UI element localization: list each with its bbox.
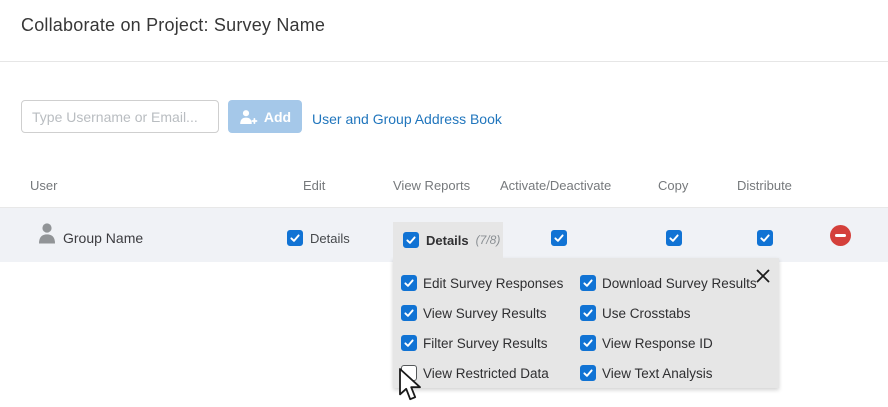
add-button[interactable]: Add xyxy=(228,100,302,133)
permission-checkbox-filter-survey-results[interactable] xyxy=(401,335,417,351)
view-reports-details-checkbox[interactable] xyxy=(403,232,419,248)
edit-details-cell: Details xyxy=(287,230,350,246)
permission-label: Filter Survey Results xyxy=(423,335,548,351)
group-name-label: Group Name xyxy=(63,230,144,246)
permission-checkbox-edit-survey-responses[interactable] xyxy=(401,275,417,291)
copy-checkbox[interactable] xyxy=(666,230,682,246)
permission-item: View Survey Results xyxy=(401,305,580,321)
column-header-edit: Edit xyxy=(303,178,326,193)
title-divider xyxy=(0,61,888,62)
permission-checkbox-view-text-analysis[interactable] xyxy=(580,365,596,381)
distribute-checkbox[interactable] xyxy=(757,230,773,246)
column-header-distribute: Distribute xyxy=(737,178,792,193)
permission-label: View Text Analysis xyxy=(602,365,713,381)
close-icon[interactable] xyxy=(756,269,770,283)
permission-item: Use Crosstabs xyxy=(580,305,779,321)
page-title: Collaborate on Project: Survey Name xyxy=(21,15,326,35)
view-reports-details-tab[interactable]: Details (7/8) xyxy=(393,222,503,258)
username-email-input[interactable] xyxy=(21,100,219,133)
permission-item: View Text Analysis xyxy=(580,365,779,381)
remove-bar xyxy=(835,233,846,238)
permission-item: View Restricted Data xyxy=(401,365,580,381)
column-header-activate-deactivate: Activate/Deactivate xyxy=(500,178,612,193)
permission-label: Edit Survey Responses xyxy=(423,275,564,291)
address-book-link[interactable]: User and Group Address Book xyxy=(312,111,502,127)
permission-checkbox-view-response-id[interactable] xyxy=(580,335,596,351)
column-header-user: User xyxy=(30,178,58,193)
remove-collaborator-icon[interactable] xyxy=(830,225,851,246)
view-reports-details-label: Details xyxy=(426,232,469,248)
permission-label: Download Survey Results xyxy=(602,275,757,291)
add-button-label: Add xyxy=(263,108,292,125)
permission-checkbox-use-crosstabs[interactable] xyxy=(580,305,596,321)
add-user-icon xyxy=(239,109,258,125)
permission-label: View Survey Results xyxy=(423,305,547,321)
permission-item: Edit Survey Responses xyxy=(401,275,580,291)
edit-details-checkbox[interactable] xyxy=(287,230,303,246)
activate-deactivate-checkbox[interactable] xyxy=(551,230,567,246)
permission-label: View Restricted Data xyxy=(423,365,549,381)
collaborate-dialog: Collaborate on Project: Survey Name Add … xyxy=(0,0,888,407)
edit-details-label[interactable]: Details xyxy=(310,231,350,246)
permission-label: Use Crosstabs xyxy=(602,305,691,321)
permission-item: Download Survey Results xyxy=(580,275,779,291)
column-header-view-reports: View Reports xyxy=(393,178,471,193)
permission-checkbox-view-survey-results[interactable] xyxy=(401,305,417,321)
permission-label: View Response ID xyxy=(602,335,713,351)
permission-item: View Response ID xyxy=(580,335,779,351)
permission-checkbox-view-restricted-data[interactable] xyxy=(401,365,417,381)
view-reports-details-count: (7/8) xyxy=(475,233,501,247)
view-reports-permissions-popup: Edit Survey Responses Download Survey Re… xyxy=(393,258,779,388)
permission-checkbox-download-survey-results[interactable] xyxy=(580,275,596,291)
permission-item: Filter Survey Results xyxy=(401,335,580,351)
group-user-icon xyxy=(37,222,57,249)
column-header-copy: Copy xyxy=(658,178,689,193)
